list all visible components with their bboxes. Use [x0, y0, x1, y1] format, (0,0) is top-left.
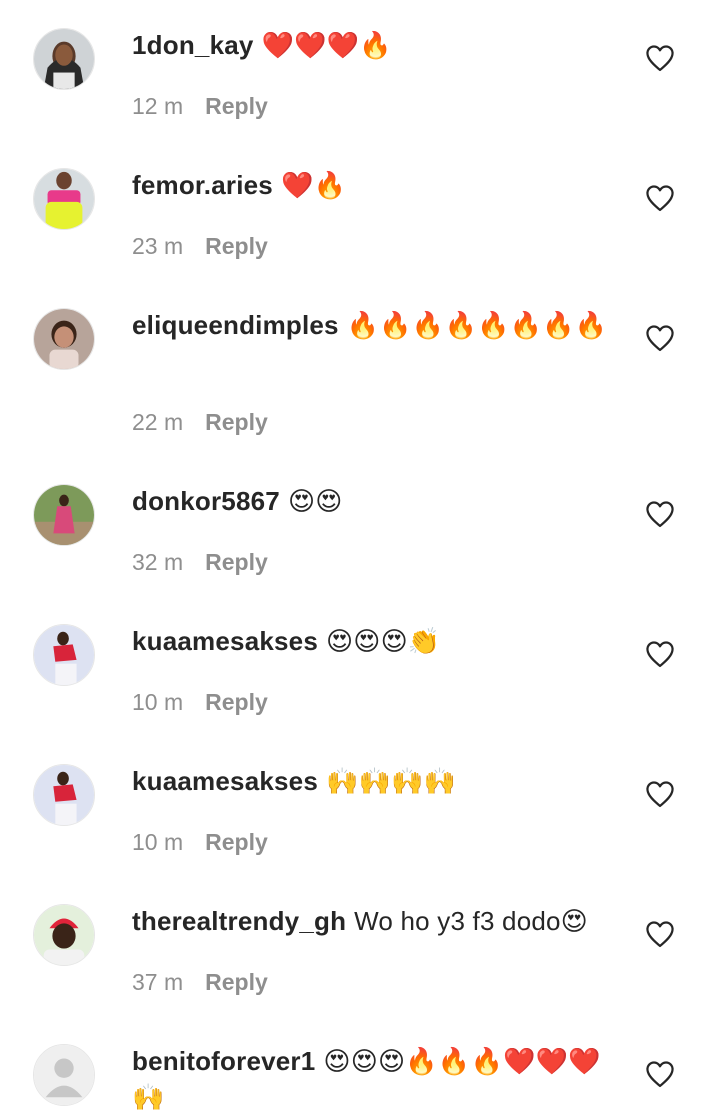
comment-meta: 12 m Reply	[132, 92, 268, 120]
comment-body: 🔥🔥🔥🔥🔥🔥🔥🔥	[346, 310, 608, 340]
heart-outline-icon[interactable]	[645, 1060, 675, 1088]
comment-username[interactable]: kuaamesakses	[132, 766, 318, 796]
comment-text: eliqueendimples 🔥🔥🔥🔥🔥🔥🔥🔥	[132, 307, 612, 343]
comment-username[interactable]: donkor5867	[132, 486, 280, 516]
comment-body: ❤️🔥	[280, 170, 347, 200]
comment-username[interactable]: kuaamesakses	[132, 626, 318, 656]
comment-meta: 32 m Reply	[132, 548, 268, 576]
comment-username[interactable]: benitoforever1	[132, 1046, 315, 1076]
heart-outline-icon[interactable]	[645, 780, 675, 808]
heart-outline-icon[interactable]	[645, 324, 675, 352]
comment-time: 37 m	[132, 969, 184, 995]
avatar[interactable]	[33, 624, 95, 686]
avatar[interactable]	[33, 764, 95, 826]
comment-meta: 10 m Reply	[132, 828, 268, 856]
comment-meta: 10 m Reply	[132, 688, 268, 716]
comment-text: kuaamesakses 🙌🙌🙌🙌	[132, 763, 612, 799]
comment-body: 🙌🙌🙌🙌	[326, 766, 457, 796]
heart-outline-icon[interactable]	[645, 44, 675, 72]
comment-meta: 23 m Reply	[132, 232, 268, 260]
comment-time: 22 m	[132, 409, 184, 435]
comment-text: donkor5867 😍😍	[132, 483, 612, 519]
heart-outline-icon[interactable]	[645, 640, 675, 668]
avatar[interactable]	[33, 28, 95, 90]
comment-time: 12 m	[132, 93, 184, 119]
reply-button[interactable]: Reply	[205, 829, 268, 855]
comment-text: femor.aries ❤️🔥	[132, 167, 612, 203]
reply-button[interactable]: Reply	[205, 409, 268, 435]
comment-body: 😍😍😍👏	[326, 626, 441, 656]
comment-username[interactable]: 1don_kay	[132, 30, 254, 60]
comment-text: 1don_kay ❤️❤️❤️🔥	[132, 27, 612, 63]
heart-outline-icon[interactable]	[645, 500, 675, 528]
avatar[interactable]	[33, 168, 95, 230]
comment-username[interactable]: eliqueendimples	[132, 310, 339, 340]
comment-time: 10 m	[132, 829, 184, 855]
comment-body: Wo ho y3 f3 dodo😍	[354, 906, 588, 936]
avatar[interactable]	[33, 1044, 95, 1106]
avatar[interactable]	[33, 484, 95, 546]
heart-outline-icon[interactable]	[645, 184, 675, 212]
comment-username[interactable]: femor.aries	[132, 170, 273, 200]
comment-time: 23 m	[132, 233, 184, 259]
heart-outline-icon[interactable]	[645, 920, 675, 948]
comment-meta: 22 m Reply	[132, 408, 268, 436]
comment-text: benitoforever1 😍😍😍🔥🔥🔥❤️❤️❤️🙌	[132, 1043, 612, 1115]
reply-button[interactable]: Reply	[205, 93, 268, 119]
comment-text: kuaamesakses 😍😍😍👏	[132, 623, 612, 659]
reply-button[interactable]: Reply	[205, 549, 268, 575]
comment-body: 😍😍	[287, 486, 343, 516]
comment-username[interactable]: therealtrendy_gh	[132, 906, 346, 936]
comment-meta: 37 m Reply	[132, 968, 268, 996]
avatar[interactable]	[33, 904, 95, 966]
reply-button[interactable]: Reply	[205, 969, 268, 995]
avatar[interactable]	[33, 308, 95, 370]
comment-body: ❤️❤️❤️🔥	[261, 30, 392, 60]
comment-text: therealtrendy_gh Wo ho y3 f3 dodo😍	[132, 903, 612, 939]
comment-time: 32 m	[132, 549, 184, 575]
reply-button[interactable]: Reply	[205, 233, 268, 259]
comment-time: 10 m	[132, 689, 184, 715]
reply-button[interactable]: Reply	[205, 689, 268, 715]
